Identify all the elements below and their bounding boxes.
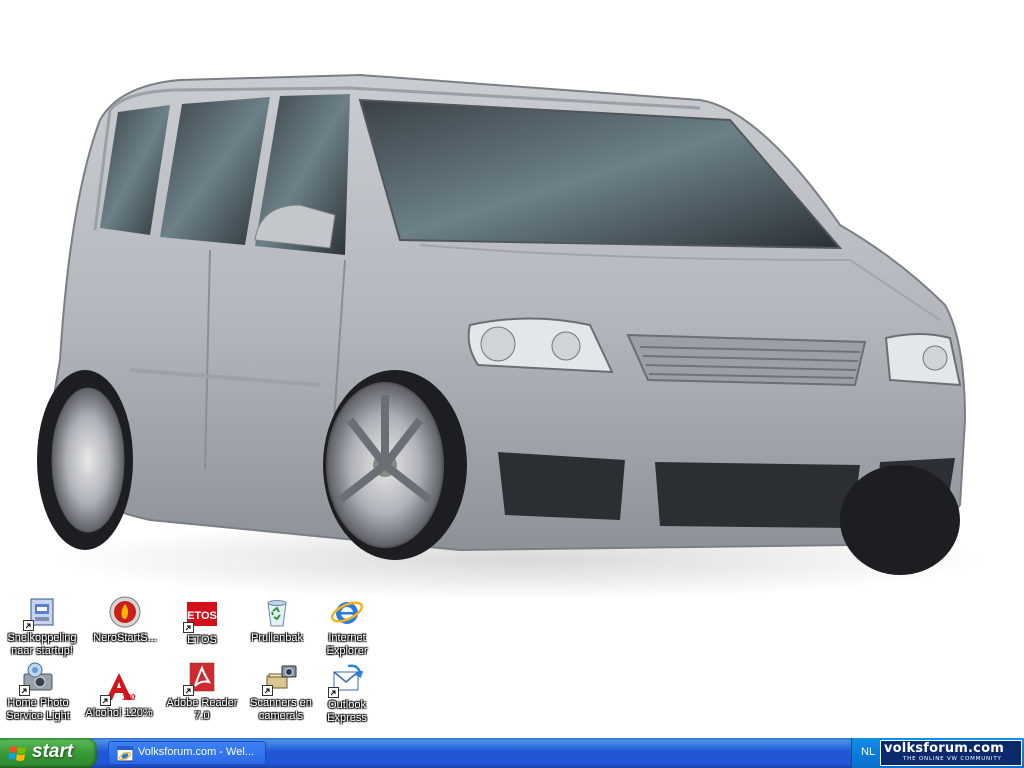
shortcut-arrow-icon [100, 695, 111, 706]
shortcut-arrow-icon [19, 685, 30, 696]
svg-text:120%: 120% [122, 693, 136, 702]
desktop-icon-etos[interactable]: ETOS ETOS [162, 597, 242, 647]
shortcut-arrow-icon [183, 685, 194, 696]
tray-logo-subtext: THE ONLINE VW COMMUNITY [903, 756, 1002, 762]
recycle-bin-icon [260, 595, 294, 629]
adobe-reader-icon [183, 660, 219, 696]
internet-explorer-icon [117, 746, 133, 762]
system-tray: NL volksforum.com THE ONLINE VW COMMUNIT… [851, 738, 1024, 768]
shortcut-arrow-icon [23, 620, 34, 631]
startup-shortcut-icon [23, 595, 59, 631]
desktop-icon-label: Home Photo Service Light [6, 697, 70, 722]
desktop-icon-alcohol[interactable]: 120% Alcohol 120% [79, 670, 159, 720]
shortcut-arrow-icon [183, 622, 194, 633]
shortcut-arrow-icon [328, 687, 339, 698]
desktop-icon-label: Alcohol 120% [85, 707, 153, 719]
desktop-icon-photo-service[interactable]: Home Photo Service Light [0, 660, 78, 723]
desktop-icon-label: Prullenbak [251, 632, 303, 644]
taskbar-window-button[interactable]: Volksforum.com - Wel... [108, 741, 266, 765]
desktop-icon-label: Internet Explorer [326, 632, 368, 657]
desktop-icon-nero[interactable]: NeroStartS... [85, 595, 165, 645]
taskbar-window-title: Volksforum.com - Wel... [138, 746, 254, 758]
desktop-icon-internet-explorer[interactable]: Internet Explorer [307, 595, 387, 658]
language-indicator[interactable]: NL [861, 746, 875, 758]
nero-icon [108, 595, 142, 629]
svg-text:ETOS: ETOS [187, 610, 217, 622]
internet-explorer-icon [330, 595, 364, 629]
wallpaper-car-image [37, 73, 990, 600]
desktop-icon-label: Outlook Express [327, 699, 367, 724]
tray-logo-text: volksforum.com [884, 741, 1004, 756]
photo-service-icon [19, 660, 55, 696]
volksforum-tray-logo: volksforum.com THE ONLINE VW COMMUNITY [880, 740, 1022, 766]
desktop[interactable]: Snelkoppeling naar startup! NeroStartS..… [0, 0, 1024, 738]
desktop-icon-outlook-express[interactable]: Outlook Express [307, 662, 387, 725]
desktop-icon-startup-shortcut[interactable]: Snelkoppeling naar startup! [2, 595, 82, 658]
alcohol-icon: 120% [100, 670, 136, 706]
desktop-icon-label: Snelkoppeling naar startup! [7, 632, 77, 657]
outlook-express-icon [328, 662, 364, 698]
scanners-cameras-icon [262, 660, 298, 696]
taskbar: start Volksforum.com - Wel... NL volksfo… [0, 738, 1024, 768]
start-label: start [32, 741, 74, 762]
desktop-icon-label: NeroStartS... [93, 632, 157, 644]
desktop-icon-recycle-bin[interactable]: Prullenbak [237, 595, 317, 645]
desktop-icon-label: ETOS [187, 634, 217, 646]
windows-logo-icon [9, 746, 26, 761]
shortcut-arrow-icon [262, 685, 273, 696]
start-button[interactable]: start [0, 738, 97, 768]
etos-icon: ETOS [183, 597, 219, 633]
desktop-icon-label: Adobe Reader 7.0 [166, 697, 238, 722]
desktop-icon-adobe-reader[interactable]: Adobe Reader 7.0 [162, 660, 242, 723]
